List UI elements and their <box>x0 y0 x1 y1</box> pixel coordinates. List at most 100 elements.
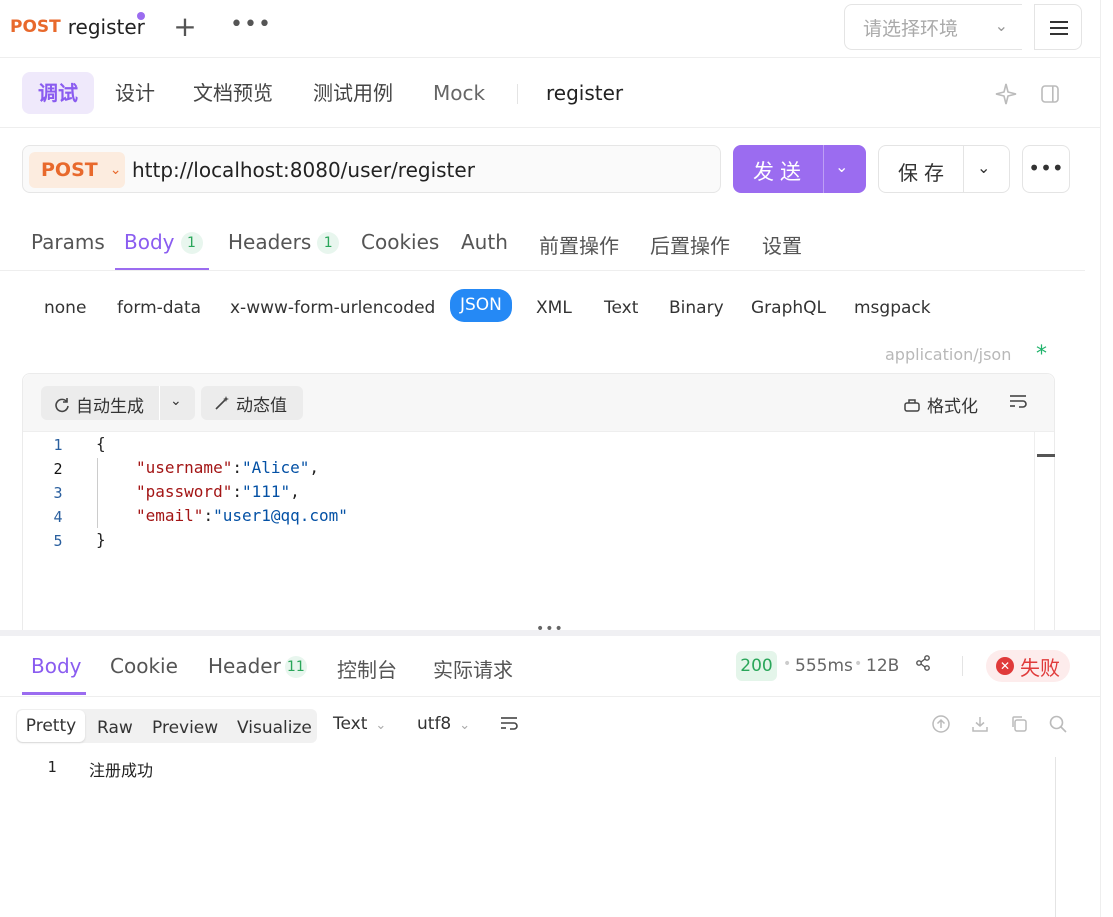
tab-headers[interactable]: Headers 1 <box>228 230 340 254</box>
tab-auth-label: Auth <box>461 230 508 254</box>
auto-generate-label: 自动生成 <box>53 392 144 417</box>
view-mode-raw[interactable]: Raw <box>97 714 133 742</box>
auto-generate-divider <box>159 386 160 420</box>
code-line: "password":"111", <box>136 482 300 501</box>
tab-auth[interactable]: Auth <box>461 230 508 254</box>
response-tab-console[interactable]: 控制台 <box>337 654 397 683</box>
response-tab-header-label: Header <box>208 654 281 678</box>
response-tab-body[interactable]: Body <box>31 654 82 678</box>
body-type-form-data[interactable]: form-data <box>117 294 201 322</box>
tab-design[interactable]: 设计 <box>115 72 155 114</box>
share-icon[interactable] <box>914 654 932 677</box>
response-tab-actual-request-label: 实际请求 <box>433 658 513 682</box>
upload-icon[interactable] <box>931 714 951 739</box>
encoding-select[interactable]: utf8 ⌄ <box>417 714 470 734</box>
tab-test-cases[interactable]: 测试用例 <box>313 72 393 114</box>
tabs-divider <box>0 696 1100 697</box>
new-tab-button[interactable]: + <box>170 10 200 44</box>
indent-guide <box>97 458 98 528</box>
active-tab-indicator <box>22 692 86 695</box>
save-label: 保存 <box>898 161 950 185</box>
response-tab-actual-request[interactable]: 实际请求 <box>433 654 513 683</box>
body-type-graphql[interactable]: GraphQL <box>751 294 826 322</box>
save-divider <box>963 146 964 192</box>
panel-toggle-icon[interactable] <box>1040 84 1060 109</box>
tab-cookies[interactable]: Cookies <box>361 230 439 254</box>
tab-body[interactable]: Body 1 <box>124 230 203 254</box>
send-options-chevron-icon[interactable]: ⌄ <box>835 157 848 176</box>
unsaved-dot-icon <box>137 12 145 20</box>
json-comma: , <box>309 458 320 477</box>
more-actions-button[interactable]: ••• <box>1022 145 1070 193</box>
json-value: "user1@qq.com" <box>213 506 348 525</box>
view-mode-preview[interactable]: Preview <box>152 714 218 742</box>
chevron-down-icon: ⌄ <box>994 16 1008 35</box>
word-wrap-icon[interactable] <box>499 714 519 737</box>
word-wrap-icon[interactable] <box>1008 392 1028 415</box>
view-mode-pretty[interactable]: Pretty <box>17 710 85 742</box>
tab-doc-preview[interactable]: 文档预览 <box>193 72 273 114</box>
line-number: 4 <box>53 508 63 526</box>
tabs-divider <box>0 270 1085 271</box>
request-title[interactable]: register <box>546 72 623 114</box>
request-tab[interactable]: POST register <box>10 12 145 42</box>
ai-sparkle-icon[interactable] <box>994 82 1018 111</box>
response-tab-header[interactable]: Header 11 <box>208 654 307 678</box>
view-mode-visualize[interactable]: Visualize <box>237 714 312 742</box>
tab-debug[interactable]: 调试 <box>22 72 94 114</box>
more-tabs-button[interactable]: ••• <box>230 10 271 44</box>
body-type-msgpack[interactable]: msgpack <box>854 294 931 322</box>
tab-mock[interactable]: Mock <box>433 72 485 114</box>
code-line: } <box>96 530 106 549</box>
body-type-urlencoded[interactable]: x-www-form-urlencoded <box>230 294 435 322</box>
response-scrollbar[interactable] <box>1055 757 1071 917</box>
response-tab-cookie[interactable]: Cookie <box>110 654 178 678</box>
auto-generate-button[interactable]: 自动生成 ⌄ <box>41 386 195 420</box>
response-content: 注册成功 <box>89 761 154 780</box>
editor-scrollbar[interactable] <box>1034 432 1055 635</box>
format-select[interactable]: Text ⌄ <box>333 714 386 734</box>
send-label: 发送 <box>753 160 807 184</box>
environment-select[interactable]: 请选择环境 ⌄ <box>844 4 1022 50</box>
send-button[interactable]: 发送 ⌄ <box>733 145 866 193</box>
tab-post-actions[interactable]: 后置操作 <box>650 230 730 259</box>
tab-headers-label: Headers <box>228 230 312 254</box>
tab-body-label: Body <box>124 230 175 254</box>
method-select[interactable]: POST ⌄ <box>29 152 125 188</box>
body-type-none[interactable]: none <box>44 294 86 322</box>
content-type-label: application/json <box>885 345 1012 364</box>
format-select-value: Text <box>333 714 368 734</box>
tab-pre-actions[interactable]: 前置操作 <box>539 230 619 259</box>
tab-params-label: Params <box>31 230 105 254</box>
chevron-down-icon[interactable]: ⌄ <box>170 393 182 409</box>
menu-button[interactable] <box>1034 4 1082 50</box>
format-button[interactable]: 格式化 <box>903 392 978 417</box>
scrollbar-thumb[interactable] <box>1037 454 1055 457</box>
body-type-json[interactable]: JSON <box>450 289 512 322</box>
save-button[interactable]: 保存 ⌄ <box>878 145 1010 193</box>
body-type-binary[interactable]: Binary <box>669 294 724 322</box>
body-type-xml[interactable]: XML <box>536 294 572 322</box>
tab-settings[interactable]: 设置 <box>762 230 802 259</box>
search-icon[interactable] <box>1048 714 1068 739</box>
result-badge[interactable]: ✕ 失败 <box>986 650 1070 682</box>
chevron-down-icon: ⌄ <box>375 718 387 733</box>
save-options-chevron-icon[interactable]: ⌄ <box>977 158 990 177</box>
dynamic-value-button[interactable]: 动态值 <box>201 386 303 420</box>
dynamic-value-label: 动态值 <box>236 395 287 416</box>
download-icon[interactable] <box>970 714 990 739</box>
tab-params[interactable]: Params <box>31 230 105 254</box>
header-count-badge: 11 <box>284 656 307 678</box>
headers-count-badge: 1 <box>317 232 340 254</box>
body-type-text[interactable]: Text <box>604 294 638 322</box>
response-tab-body-label: Body <box>31 654 82 678</box>
refresh-icon <box>55 397 69 412</box>
url-input[interactable]: http://localhost:8080/user/register <box>132 158 475 182</box>
tab-pre-actions-label: 前置操作 <box>539 234 619 258</box>
auto-generate-text: 自动生成 <box>76 397 144 417</box>
chevron-down-icon: ⌄ <box>109 162 122 178</box>
line-number: 2 <box>53 460 63 478</box>
copy-icon[interactable] <box>1009 714 1029 739</box>
drag-handle-icon[interactable]: ••• <box>536 621 564 637</box>
code-brace-open: { <box>96 434 106 453</box>
